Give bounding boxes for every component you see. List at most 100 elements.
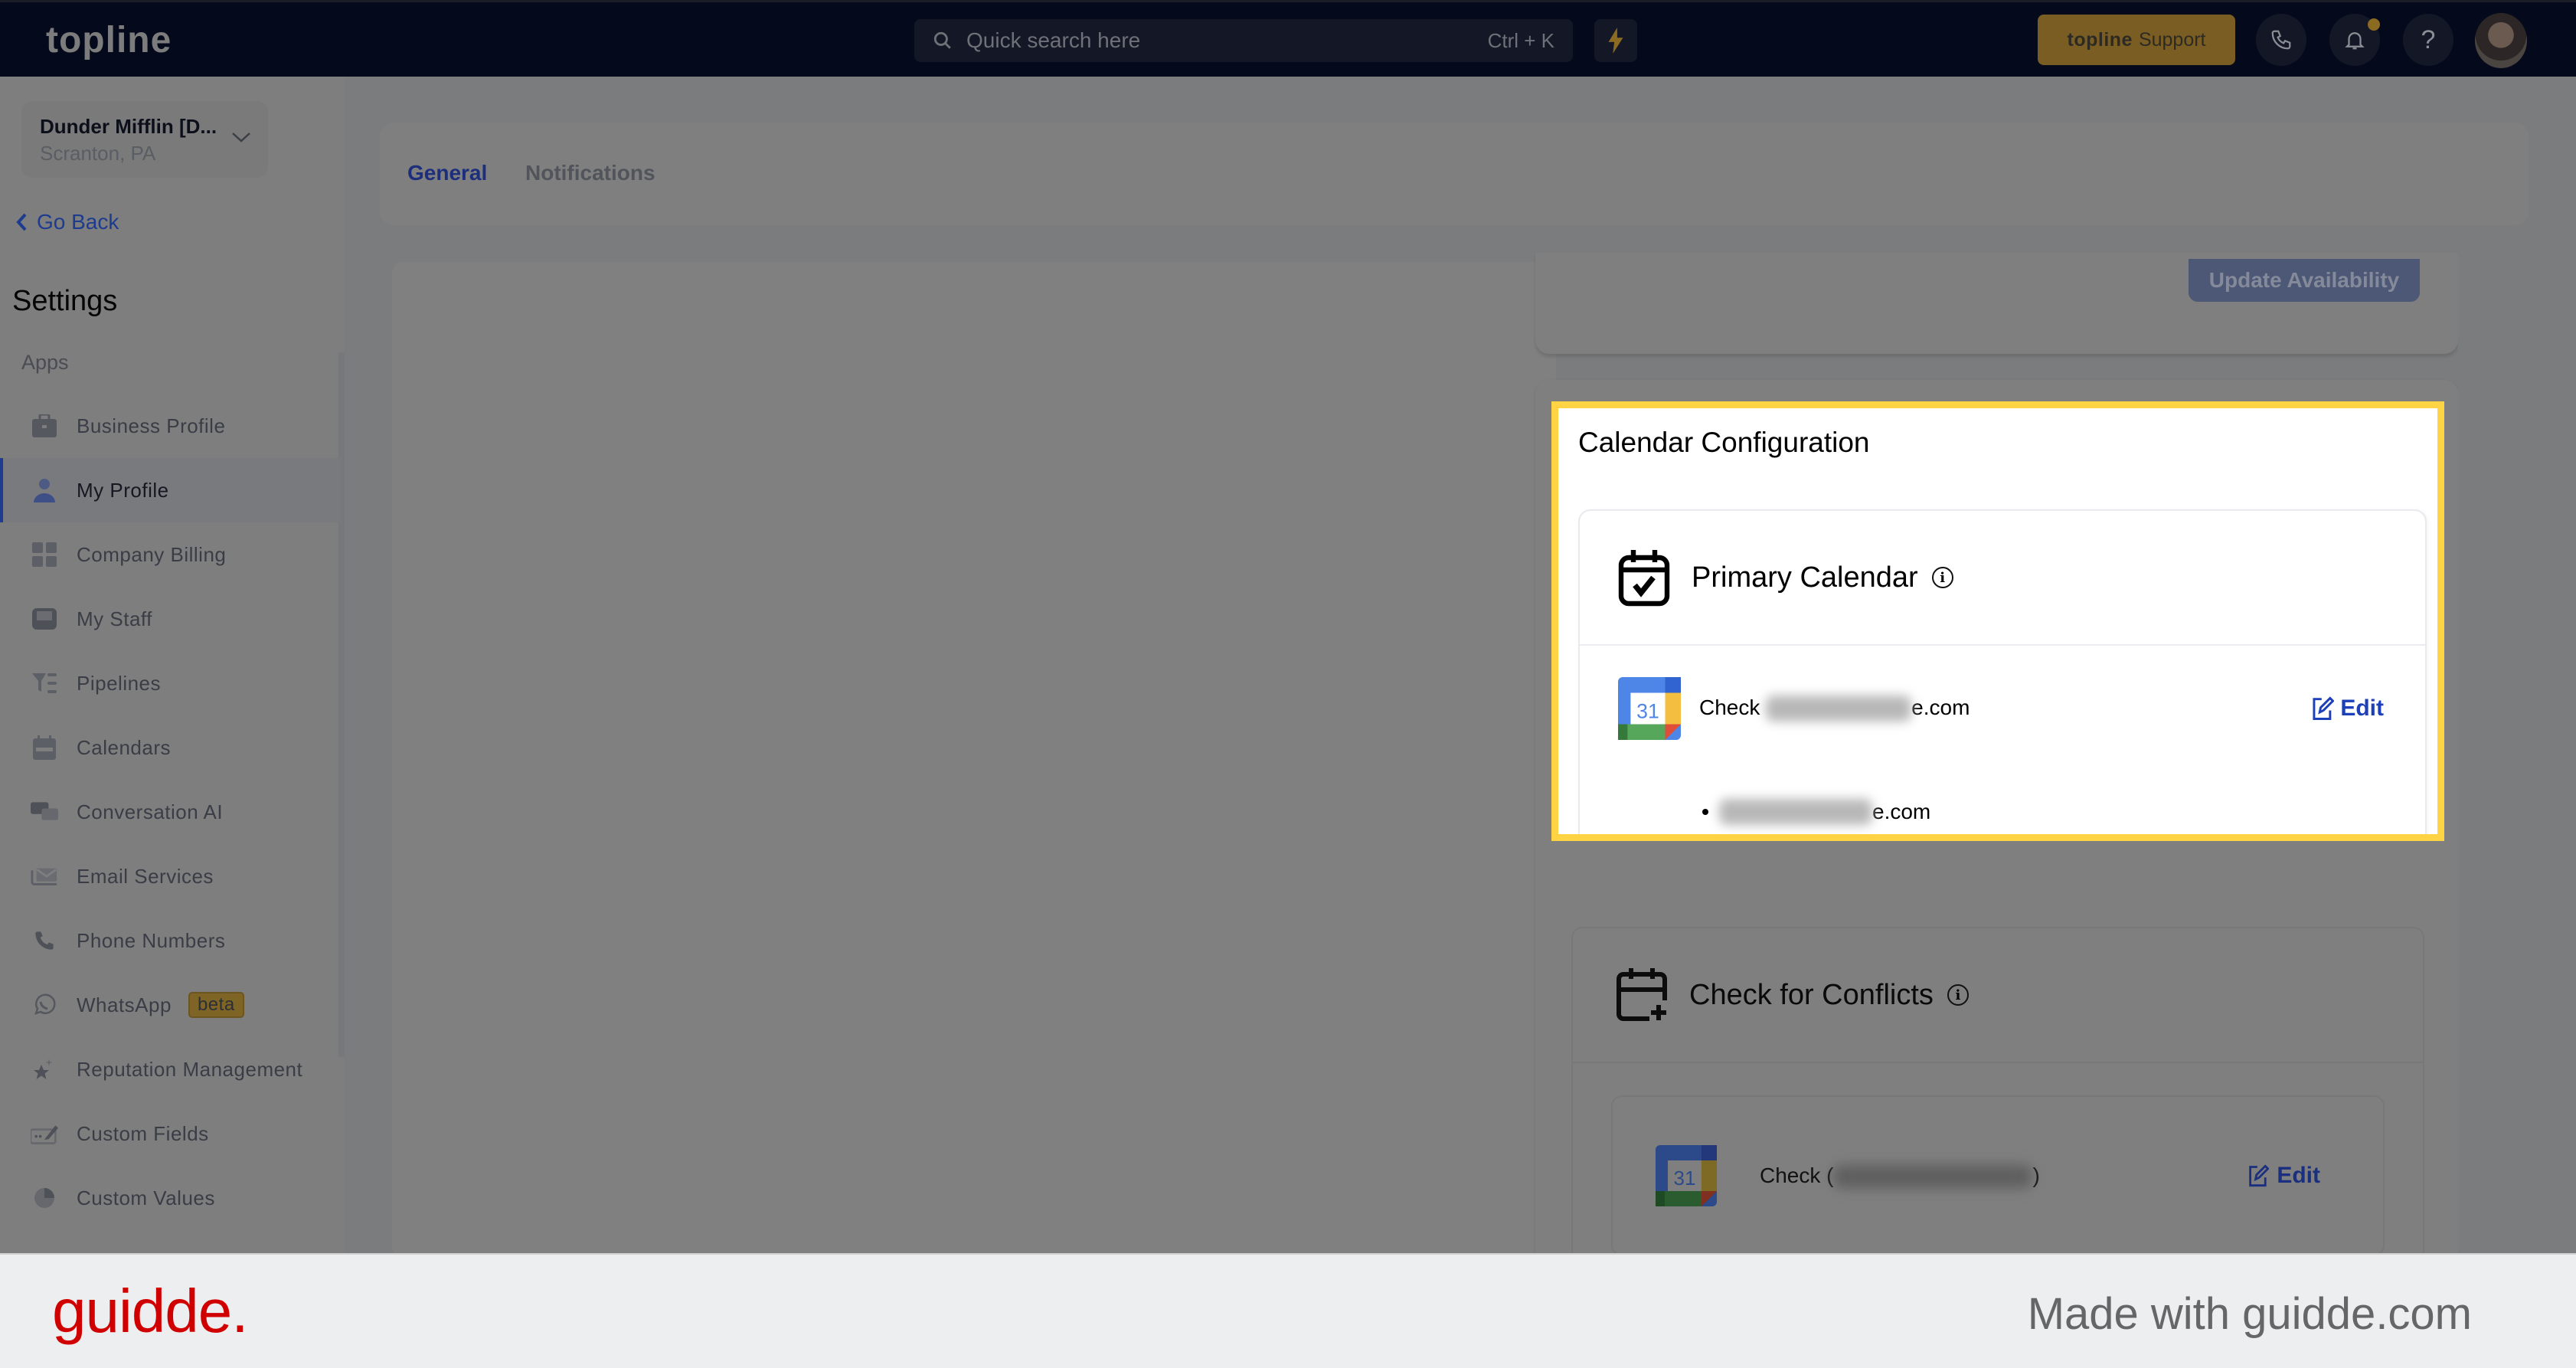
check-prefix: Check xyxy=(1699,695,1760,719)
primary-calendar-label: Check e.com xyxy=(1699,695,1970,722)
conflict-calendar-row: 31 Check () Edit xyxy=(1611,1095,2385,1256)
conflicts-title: Check for Conflicts xyxy=(1689,978,1934,1011)
notifications-button[interactable] xyxy=(2329,14,2380,66)
sidebar-item-label: My Staff xyxy=(77,607,152,630)
bullet-suffix: e.com xyxy=(1872,800,1931,823)
location-city: Scranton, PA xyxy=(40,142,156,165)
quick-actions-button[interactable] xyxy=(1594,19,1637,62)
sidebar-item-email-services[interactable]: Email Services xyxy=(0,844,340,908)
topline-support-button[interactable]: topline Support xyxy=(2038,15,2235,65)
search-icon xyxy=(933,31,951,49)
calendar-configuration-title: Calendar Configuration xyxy=(1578,427,1870,458)
bolt-icon xyxy=(1608,28,1623,54)
check-prefix: Check ( xyxy=(1760,1163,1834,1187)
sidebar-item-custom-fields[interactable]: Custom Fields xyxy=(0,1101,340,1166)
notification-dot xyxy=(2368,18,2380,31)
highlight-calendar-configuration: Calendar Configuration Primary Calendar … xyxy=(1551,401,2444,841)
guidde-footer: guidde. Made with guidde.com xyxy=(0,1253,2576,1368)
settings-sidebar: Dunder Mifflin [D... Scranton, PA Go Bac… xyxy=(0,77,345,1366)
whatsapp-icon xyxy=(31,991,58,1019)
sidebar-item-company-billing[interactable]: Company Billing xyxy=(0,522,340,587)
edit-conflict-calendar-button[interactable]: Edit xyxy=(2247,1163,2320,1189)
sidebar-item-whatsapp[interactable]: WhatsApp beta xyxy=(0,973,340,1037)
help-button[interactable]: ? xyxy=(2403,14,2453,66)
sidebar-item-label: Phone Numbers xyxy=(77,928,226,952)
check-for-conflicts-card: Check for Conflicts i 31 Check () Edit xyxy=(1571,927,2424,1271)
sidebar-item-my-staff[interactable]: My Staff xyxy=(0,587,340,651)
edit-icon xyxy=(2249,1164,2270,1187)
conflict-calendar-label: Check () xyxy=(1760,1163,2040,1189)
info-icon[interactable]: i xyxy=(1931,567,1953,588)
tab-general[interactable]: General xyxy=(407,161,487,185)
sidebar-item-label: Custom Fields xyxy=(77,1121,209,1145)
redacted-email xyxy=(1719,799,1872,825)
user-avatar[interactable] xyxy=(2475,13,2527,68)
chevron-down-icon xyxy=(232,133,250,142)
calendar-icon xyxy=(31,734,58,761)
calculator-icon xyxy=(31,541,58,568)
sidebar-item-label: Conversation AI xyxy=(77,800,224,823)
settings-title: Settings xyxy=(12,285,118,317)
info-icon[interactable]: i xyxy=(1947,984,1969,1006)
phone-icon xyxy=(2271,30,2291,50)
sidebar-item-phone-numbers[interactable]: Phone Numbers xyxy=(0,908,340,973)
sidebar-item-reputation-management[interactable]: Reputation Management xyxy=(0,1037,340,1101)
sidebar-item-custom-values[interactable]: Custom Values xyxy=(0,1166,340,1230)
briefcase-icon xyxy=(31,412,58,440)
sidebar-item-label: Calendars xyxy=(77,735,172,759)
conflicts-header: Check for Conflicts i xyxy=(1573,928,2423,1063)
search-shortcut: Ctrl + K xyxy=(1487,28,1554,52)
support-brand: topline xyxy=(2067,28,2133,51)
bell-icon xyxy=(2345,32,2365,50)
sidebar-item-business-profile[interactable]: Business Profile xyxy=(0,394,340,458)
redacted-email xyxy=(1766,695,1912,722)
sidebar-item-label: Company Billing xyxy=(77,542,227,566)
primary-calendar-card: Primary Calendar i 31 Check e.com Edit e… xyxy=(1578,509,2427,834)
settings-tabs: General Notifications xyxy=(380,123,2529,225)
guidde-logo: guidde. xyxy=(52,1277,248,1345)
apps-section-label: Apps xyxy=(21,351,69,374)
star-sparkle-icon xyxy=(31,1055,58,1083)
check-suffix: ) xyxy=(2032,1163,2040,1187)
sidebar-item-label: Reputation Management xyxy=(77,1057,303,1081)
update-availability-button[interactable]: Update Availability xyxy=(2189,259,2420,302)
location-switcher[interactable]: Dunder Mifflin [D... Scranton, PA xyxy=(21,101,268,178)
sidebar-item-label: My Profile xyxy=(77,478,169,502)
calendar-plus-icon xyxy=(1617,968,1667,1021)
filter-list-icon xyxy=(31,669,58,697)
topline-logo[interactable]: topline xyxy=(46,19,172,61)
phone-button[interactable] xyxy=(2256,14,2306,66)
quick-search-input[interactable]: Quick search here Ctrl + K xyxy=(914,19,1573,62)
sidebar-item-label: WhatsApp xyxy=(77,993,172,1016)
sidebar-item-label: Business Profile xyxy=(77,414,226,437)
check-suffix: e.com xyxy=(1911,695,1970,719)
sidebar-item-label: Pipelines xyxy=(77,671,162,695)
help-icon: ? xyxy=(2421,25,2436,54)
content-gutter xyxy=(2458,245,2530,1253)
sidebar-item-calendars[interactable]: Calendars xyxy=(0,715,340,780)
pie-icon xyxy=(31,1184,58,1212)
top-navigation-bar: topline Quick search here Ctrl + K topli… xyxy=(0,0,2576,77)
sidebar-item-conversation-ai[interactable]: Conversation AI xyxy=(0,780,340,844)
user-icon xyxy=(31,476,58,504)
sidebar-item-pipelines[interactable]: Pipelines xyxy=(0,651,340,715)
calendar-check-icon xyxy=(1618,550,1670,607)
availability-card: Update Availability xyxy=(1535,253,2458,354)
edit-icon xyxy=(2313,696,2335,721)
tab-notifications[interactable]: Notifications xyxy=(525,161,655,185)
go-back-link[interactable]: Go Back xyxy=(15,210,119,234)
profile-form-card xyxy=(392,262,1556,1258)
search-placeholder: Quick search here xyxy=(966,28,1141,52)
google-calendar-icon: 31 xyxy=(1618,677,1681,740)
chat-bubbles-icon xyxy=(31,798,58,826)
edit-label: Edit xyxy=(2277,1163,2320,1188)
bullet xyxy=(1702,809,1708,815)
mail-icon xyxy=(31,862,58,890)
support-label: Support xyxy=(2138,28,2206,51)
edit-primary-calendar-button[interactable]: Edit xyxy=(2311,695,2384,722)
primary-calendar-row: 31 Check e.com Edit xyxy=(1618,676,2384,741)
sidebar-item-my-profile[interactable]: My Profile xyxy=(0,458,340,522)
made-with-guidde: Made with guidde.com xyxy=(2027,1289,2472,1339)
chevron-left-icon xyxy=(16,213,27,231)
location-name: Dunder Mifflin [D... xyxy=(40,115,217,138)
